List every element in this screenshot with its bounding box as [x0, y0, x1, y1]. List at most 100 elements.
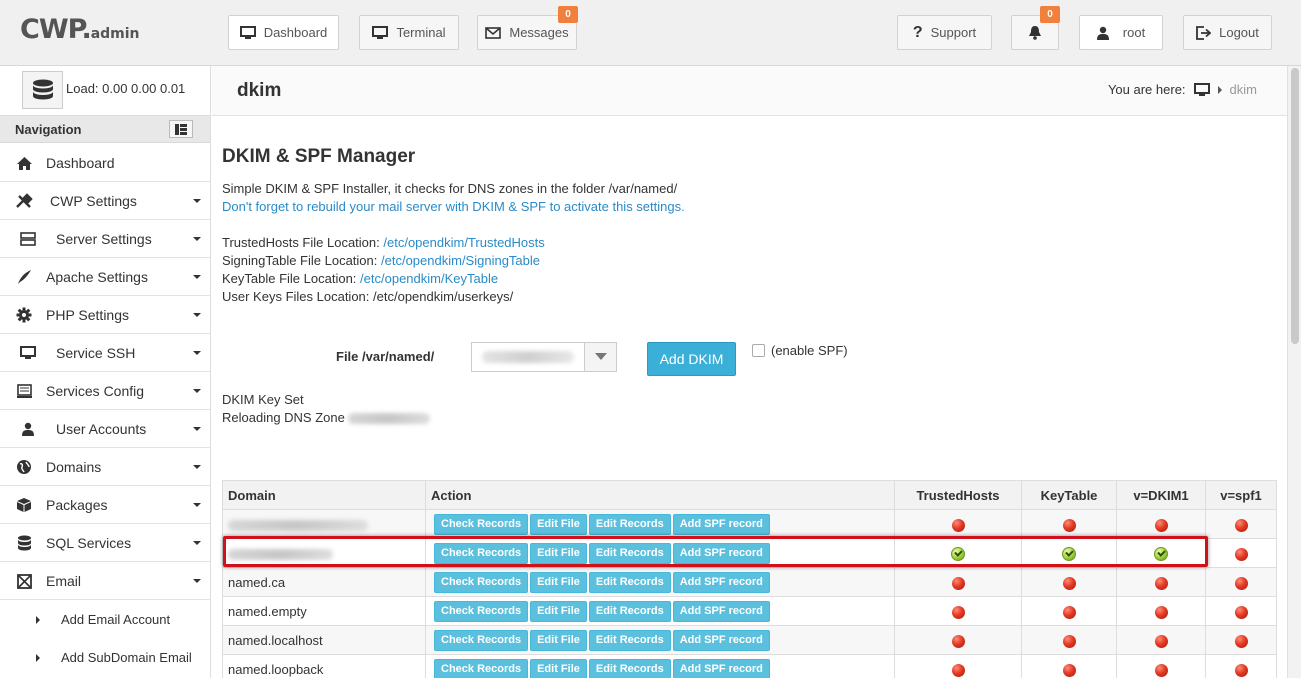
scrollbar-thumb[interactable]	[1291, 68, 1299, 344]
chevron-down-icon	[193, 237, 201, 241]
check-records-button[interactable]: Check Records	[434, 513, 529, 535]
support-button[interactable]: ? Support	[897, 15, 992, 50]
rebuild-mail-server-link[interactable]: Don't forget to rebuild your mail server…	[222, 199, 685, 214]
notifications-button[interactable]: 0	[1011, 6, 1060, 50]
chevron-down-icon	[193, 541, 201, 545]
zone-file-select[interactable]	[471, 342, 617, 372]
add-spf-record-button[interactable]: Add SPF record	[672, 600, 770, 622]
chevron-right-icon	[36, 654, 40, 662]
spf-status-icon	[1234, 547, 1248, 561]
dkim-status-icon	[1154, 576, 1168, 590]
sidebar-item-service-ssh[interactable]: Service SSH	[0, 334, 210, 372]
globe-icon	[15, 459, 33, 475]
dashboard-button[interactable]: Dashboard	[228, 15, 339, 50]
check-records-button[interactable]: Check Records	[434, 600, 529, 622]
table-row: named.ca Check Records Edit File Edit Recor…	[222, 567, 1277, 597]
user-menu-button[interactable]: root	[1079, 15, 1163, 50]
edit-file-button[interactable]: Edit File	[530, 629, 587, 651]
add-spf-record-button[interactable]: Add SPF record	[672, 658, 770, 678]
sidebar-item-user-accounts[interactable]: User Accounts	[0, 410, 210, 448]
add-dkim-button[interactable]: Add DKIM	[647, 342, 736, 376]
edit-records-button[interactable]: Edit Records	[588, 571, 671, 593]
check-records-button[interactable]: Check Records	[434, 571, 529, 593]
logo[interactable]: CWP.admin	[20, 14, 140, 45]
spf-cell	[1205, 654, 1277, 678]
edit-records-button[interactable]: Edit Records	[588, 600, 671, 622]
logout-button[interactable]: Logout	[1183, 15, 1272, 50]
monitor-icon[interactable]	[1193, 82, 1210, 97]
trusted-cell	[894, 654, 1022, 678]
chevron-down-icon	[193, 465, 201, 469]
check-records-button[interactable]: Check Records	[434, 629, 529, 651]
table-row: named.localhost Check Records Edit File Edi…	[222, 625, 1277, 655]
add-spf-record-button[interactable]: Add SPF record	[672, 571, 770, 593]
spf-status-icon	[1234, 634, 1248, 648]
status-reloading-dns: Reloading DNS Zone	[222, 410, 431, 425]
page-scrollbar[interactable]	[1287, 66, 1301, 678]
sidebar-toggle-icon[interactable]	[169, 120, 193, 138]
trusted-hosts-link[interactable]: /etc/opendkim/TrustedHosts	[383, 235, 544, 250]
action-cell: Check Records Edit File Edit Records Add SP…	[425, 654, 895, 678]
add-spf-record-button[interactable]: Add SPF record	[672, 542, 770, 564]
trustedhosts-status-icon	[951, 663, 965, 677]
spf-cell	[1205, 538, 1277, 568]
messages-button[interactable]: Messages 0	[477, 6, 578, 50]
sidebar-item-services-config[interactable]: Services Config	[0, 372, 210, 410]
keytable-cell	[1021, 625, 1117, 655]
question-icon: ?	[912, 23, 923, 41]
redacted-domain	[348, 413, 431, 425]
terminal-button[interactable]: Terminal	[359, 15, 459, 50]
edit-records-button[interactable]: Edit Records	[588, 658, 671, 678]
enable-spf-checkbox[interactable]	[752, 344, 765, 357]
keytable-cell	[1021, 596, 1117, 626]
sidebar-item-sql-services[interactable]: SQL Services	[0, 524, 210, 562]
sidebar-item-dashboard[interactable]: Dashboard	[0, 144, 210, 182]
check-records-button[interactable]: Check Records	[434, 658, 529, 678]
sidebar-item-server-settings[interactable]: Server Settings	[0, 220, 210, 258]
edit-file-button[interactable]: Edit File	[530, 600, 587, 622]
key-table-link[interactable]: /etc/opendkim/KeyTable	[360, 271, 498, 286]
edit-records-button[interactable]: Edit Records	[588, 513, 671, 535]
dkim-cell	[1116, 567, 1206, 597]
sidebar-subitem-add-subdomain-email[interactable]: Add SubDomain Email	[0, 639, 210, 677]
trustedhosts-status-icon	[951, 518, 965, 532]
spf-status-icon	[1234, 576, 1248, 590]
envelope-icon	[15, 573, 33, 589]
spf-cell	[1205, 509, 1277, 539]
edit-file-button[interactable]: Edit File	[530, 542, 587, 564]
edit-file-button[interactable]: Edit File	[530, 513, 587, 535]
check-records-button[interactable]: Check Records	[434, 542, 529, 564]
action-cell: Check Records Edit File Edit Records Add SP…	[425, 509, 895, 539]
sidebar-item-php-settings[interactable]: PHP Settings	[0, 296, 210, 334]
enable-spf-label: (enable SPF)	[771, 343, 848, 358]
edit-records-button[interactable]: Edit Records	[588, 629, 671, 651]
sidebar-item-apache-settings[interactable]: Apache Settings	[0, 258, 210, 296]
col-dkim: v=DKIM1	[1116, 480, 1206, 510]
edit-records-button[interactable]: Edit Records	[588, 542, 671, 564]
col-spf: v=spf1	[1205, 480, 1277, 510]
page-header: dkim You are here: dkim	[212, 66, 1287, 116]
signing-table-link[interactable]: /etc/opendkim/SigningTable	[381, 253, 540, 268]
user-keys-location: User Keys Files Location: /etc/opendkim/…	[222, 289, 514, 304]
edit-file-button[interactable]: Edit File	[530, 571, 587, 593]
logout-icon	[1196, 25, 1212, 40]
chevron-down-icon[interactable]	[584, 343, 616, 371]
trusted-cell	[894, 538, 1022, 568]
navigation-header: Navigation	[0, 116, 210, 143]
trustedhosts-status-icon	[951, 605, 965, 619]
col-keytable: KeyTable	[1021, 480, 1117, 510]
add-spf-record-button[interactable]: Add SPF record	[672, 629, 770, 651]
dkim-status-icon	[1154, 663, 1168, 677]
edit-file-button[interactable]: Edit File	[530, 658, 587, 678]
messages-badge: 0	[558, 6, 578, 23]
sidebar-subitem-add-email-account[interactable]: Add Email Account	[0, 601, 210, 639]
sidebar-item-domains[interactable]: Domains	[0, 448, 210, 486]
database-icon	[15, 535, 33, 551]
add-spf-record-button[interactable]: Add SPF record	[672, 513, 770, 535]
sidebar-item-cwp-settings[interactable]: CWP Settings	[0, 182, 210, 220]
sidebar-item-email[interactable]: Email	[0, 562, 210, 600]
key-table-location: KeyTable File Location: /etc/opendkim/Ke…	[222, 271, 499, 286]
dkim-cell	[1116, 654, 1206, 678]
database-icon[interactable]	[22, 71, 63, 109]
sidebar-item-packages[interactable]: Packages	[0, 486, 210, 524]
